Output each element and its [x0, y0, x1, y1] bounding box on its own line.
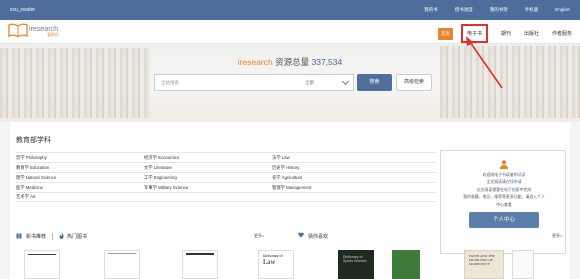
personal-center-button[interactable]: 个人中心	[469, 212, 539, 228]
subject-link[interactable]: 管理学 Management	[272, 185, 400, 191]
tab-hot-books[interactable]: 热门图书	[67, 233, 87, 240]
cover-title: FAITH AND THE PROBLEMS OF MODERNITY	[469, 254, 495, 266]
nav-author-services[interactable]: 作者服务	[552, 30, 572, 37]
nav-ebooks[interactable]: 电子书	[460, 24, 488, 43]
search-placeholder: 全站搜索	[161, 80, 179, 85]
guess-you-like-title: 猜你喜欢	[308, 233, 329, 240]
subject-link[interactable]: 农学 Agriculture	[272, 175, 400, 181]
book-covers: Dictionary of Law Dictionary of Sports S…	[16, 250, 564, 279]
subject-link[interactable]: 军事学 Military Science	[144, 185, 272, 191]
main-content: 教育部学科 哲学 Philosophy 经济学 Economics 法学 Law…	[10, 122, 570, 279]
subject-link[interactable]: 工学 Engineering	[144, 175, 272, 181]
book-logo-icon	[8, 23, 28, 38]
nav-home[interactable]: 首页	[437, 27, 453, 40]
nav-journals[interactable]: 期刊	[501, 30, 511, 37]
subject-link[interactable]: 历史学 History	[272, 165, 400, 171]
book-icon	[16, 233, 22, 241]
flame-icon	[59, 232, 64, 241]
cover-line	[186, 253, 214, 255]
top-link-my-books[interactable]: 我的书	[424, 7, 438, 13]
subject-link[interactable]: 教育学 Education	[16, 165, 144, 171]
subjects-grid: 哲学 Philosophy 经济学 Economics 法学 Law 教育学 E…	[16, 152, 436, 202]
subject-row: 医学 Medicine 军事学 Military Science 管理学 Man…	[16, 182, 436, 192]
top-link-bookshelf[interactable]: 我的书架	[490, 7, 508, 13]
more-left-link[interactable]: 更多>	[254, 233, 264, 239]
nav-publishers[interactable]: 出版社	[524, 30, 539, 37]
more-right-link[interactable]: 更多>	[552, 233, 562, 239]
subject-row: 哲学 Philosophy 经济学 Economics 法学 Law	[16, 152, 436, 162]
trial-link[interactable]: 试读	[518, 172, 526, 177]
tab-new-books[interactable]: 新书推荐	[26, 233, 46, 240]
book-cover[interactable]	[24, 250, 60, 279]
subject-link[interactable]: 医学 Medicine	[16, 185, 144, 191]
search-input[interactable]: 全站搜索 全部	[154, 74, 354, 91]
subject-link[interactable]: 艺术学 Art	[16, 194, 144, 200]
advanced-search-button[interactable]: 高级检索	[396, 74, 432, 91]
site-logo[interactable]: iresearch 爱研究	[8, 23, 59, 38]
subject-link[interactable]: 理学 Natural Science	[16, 175, 144, 181]
top-link-borrow-progress[interactable]: 借书进度	[455, 7, 473, 13]
subject-link[interactable]: 法学 Law	[272, 155, 400, 161]
archive-link[interactable]: 电子档案	[504, 187, 520, 192]
book-cover[interactable]: Dictionary of Sports Science	[338, 250, 374, 279]
subject-row: 理学 Natural Science 工学 Engineering 农学 Agr…	[16, 172, 436, 182]
subject-row: 艺术学 Art	[16, 192, 436, 202]
subject-link[interactable]: 经济学 Economics	[144, 155, 272, 161]
search-scope-select[interactable]: 全部	[305, 80, 314, 86]
book-cover[interactable]: FAITH AND THE PROBLEMS OF MODERNITY	[464, 250, 504, 279]
username-label[interactable]: sxu_reader	[10, 7, 35, 13]
heart-icon	[298, 232, 304, 240]
apply-link[interactable]: 在线申请	[506, 179, 522, 184]
tab-divider	[52, 233, 54, 240]
subjects-title: 教育部学科	[16, 137, 51, 144]
search-banner: iresearch 资源总量 337,534 全站搜索 全部 搜索 高级检索	[0, 44, 580, 122]
subject-link[interactable]: 哲学 Philosophy	[16, 155, 144, 161]
subject-row: 教育学 Education 文学 Literature 历史学 History	[16, 162, 436, 172]
logo-text: iresearch 爱研究	[29, 23, 59, 37]
book-cover[interactable]	[512, 250, 534, 279]
book-cover[interactable]	[182, 250, 218, 279]
site-header: iresearch 爱研究 首页 电子书 期刊 出版社 作者服务	[0, 20, 580, 44]
recommendations-header: 新书推荐 热门图书 更多> 猜你喜欢 更多>	[16, 232, 564, 244]
top-links: 我的书 借书进度 我的书架 手机版 English	[407, 7, 570, 13]
chevron-down-icon[interactable]	[341, 77, 350, 86]
book-tabs: 新书推荐 热门图书	[16, 232, 87, 241]
resource-total: iresearch 资源总量 337,534	[237, 57, 343, 67]
top-link-english[interactable]: English	[555, 7, 570, 13]
guess-header: 猜你喜欢	[298, 232, 328, 240]
card-text: 欢迎阅电子书读者的试读 全文阅读请在线申请 论文阅读需要在电子档案中完成 我的收…	[463, 172, 545, 207]
book-cover[interactable]: Dictionary of Law	[258, 250, 294, 279]
book-cover[interactable]	[104, 250, 140, 279]
subject-link[interactable]: 文学 Literature	[144, 165, 272, 171]
cover-line	[108, 253, 136, 254]
cover-line	[28, 254, 56, 255]
book-cover[interactable]	[392, 250, 420, 279]
cover-title-large: Law	[263, 258, 276, 266]
top-bar: sxu_reader 我的书 借书进度 我的书架 手机版 English	[0, 0, 580, 20]
main-nav: 首页 电子书 期刊 出版社 作者服务	[437, 24, 572, 43]
user-avatar-icon	[500, 160, 508, 169]
top-link-mobile[interactable]: 手机版	[525, 7, 539, 13]
search-button[interactable]: 搜索	[357, 74, 392, 91]
cover-title: Dictionary of Sports Science	[343, 255, 367, 263]
